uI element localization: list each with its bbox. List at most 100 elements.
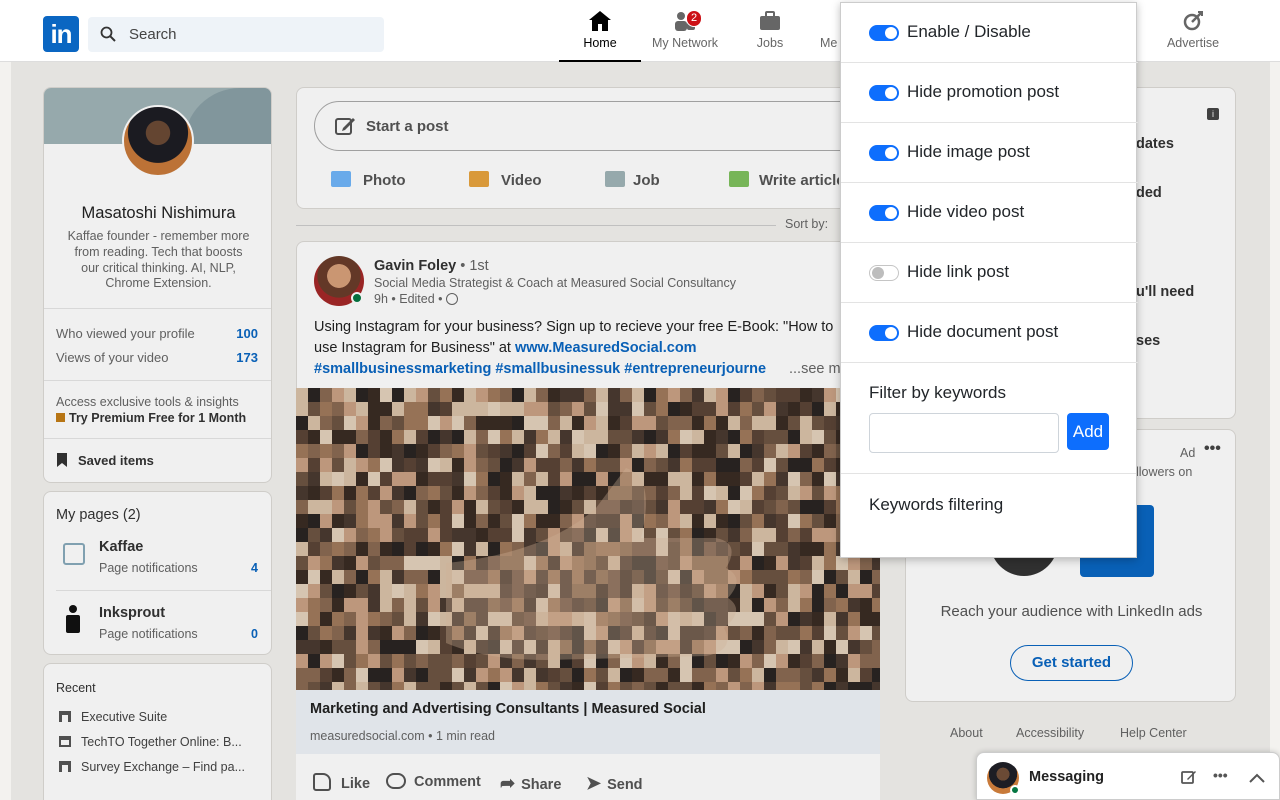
toggle-label: Hide promotion post (907, 82, 1060, 101)
video-icon (469, 171, 489, 187)
recent-item[interactable]: Executive Suite (59, 710, 167, 724)
nav-advertise[interactable]: Advertise (1162, 10, 1224, 50)
toggle-switch[interactable] (869, 205, 899, 221)
toggle-label: Hide image post (907, 142, 1030, 161)
messaging-bar[interactable]: Messaging ••• (976, 752, 1280, 800)
nav-me[interactable]: Me (820, 10, 840, 50)
job-button[interactable]: Job (605, 171, 660, 189)
saved-items[interactable]: Saved items (56, 453, 154, 468)
nav-my-network-label: My Network (652, 36, 718, 50)
toggle-row-promotion[interactable]: Hide promotion post (841, 63, 1138, 123)
write-article-button[interactable]: Write article (729, 171, 839, 189)
briefcase-icon (760, 11, 780, 30)
connection-degree: • 1st (460, 258, 489, 274)
share-button[interactable]: ➦ Share (500, 773, 561, 794)
profile-name[interactable]: Masatoshi Nishimura (44, 204, 271, 223)
nav-jobs[interactable]: Jobs (750, 10, 790, 50)
post-image[interactable] (296, 388, 880, 690)
info-icon[interactable]: i (1207, 108, 1219, 120)
nav-advertise-label: Advertise (1166, 36, 1220, 50)
footer-about[interactable]: About (950, 726, 983, 740)
page-sub-inksprout[interactable]: Page notifications (99, 627, 198, 641)
toggle-switch[interactable] (869, 145, 899, 161)
calendar-icon (59, 736, 71, 747)
online-status-icon (1010, 785, 1020, 795)
sort-by[interactable]: Sort by: (785, 217, 828, 231)
saved-items-label: Saved items (78, 453, 154, 468)
like-button[interactable]: Like (313, 773, 370, 792)
online-status-icon (351, 292, 363, 304)
advertise-icon (1183, 11, 1203, 31)
comment-icon (386, 773, 406, 789)
globe-icon (446, 293, 459, 305)
news-item-partial[interactable]: ded (1136, 185, 1162, 201)
nav-my-network[interactable]: My Network 2 (648, 10, 722, 50)
linkedin-logo[interactable]: in (43, 16, 79, 52)
keyword-input[interactable] (869, 413, 1059, 453)
author-name-text: Gavin Foley (374, 258, 457, 274)
recent-item[interactable]: TechTO Together Online: B... (59, 735, 242, 749)
video-label: Video (501, 172, 542, 189)
toggle-switch[interactable] (869, 25, 899, 41)
toggle-row-image[interactable]: Hide image post (841, 123, 1138, 183)
page-count-kaffae[interactable]: 4 (251, 561, 258, 575)
premium-icon (56, 413, 65, 422)
write-article-label: Write article (759, 172, 839, 189)
toggle-row-video[interactable]: Hide video post (841, 183, 1138, 243)
nav-home[interactable]: Home (559, 10, 641, 62)
get-started-button[interactable]: Get started (1010, 645, 1133, 681)
page-name-kaffae[interactable]: Kaffae (99, 539, 143, 555)
post-hashtags[interactable]: #smallbusinessmarketing #smallbusinessuk… (314, 361, 766, 377)
toggle-label: Hide video post (907, 202, 1025, 221)
profile-avatar[interactable] (122, 105, 194, 177)
comment-button[interactable]: Comment (386, 773, 481, 790)
stat-label-profile-views[interactable]: Who viewed your profile (56, 326, 195, 341)
send-button[interactable]: ➤ Send (586, 773, 643, 794)
recent-item-label: TechTO Together Online: B... (81, 735, 242, 749)
comment-label: Comment (414, 774, 481, 790)
page-name-inksprout[interactable]: Inksprout (99, 605, 165, 621)
news-item-partial[interactable]: ses (1136, 333, 1160, 349)
keywords-filtering-title: Keywords filtering (869, 495, 1004, 514)
photo-button[interactable]: Photo (331, 171, 406, 189)
notification-badge: 2 (686, 10, 702, 27)
footer-help-center[interactable]: Help Center (1120, 726, 1187, 740)
toggle-switch[interactable] (869, 85, 899, 101)
page-count-inksprout[interactable]: 0 (251, 627, 258, 641)
news-item-partial[interactable]: u'll need (1136, 284, 1194, 300)
toggle-switch[interactable] (869, 265, 899, 281)
search-bar[interactable]: Search (88, 17, 384, 52)
video-button[interactable]: Video (469, 171, 542, 189)
search-input[interactable]: Search (129, 26, 177, 43)
premium-text: Access exclusive tools & insights (56, 395, 239, 409)
toggle-row-link[interactable]: Hide link post (841, 243, 1138, 303)
author-name[interactable]: Gavin Foley • 1st (374, 258, 489, 274)
footer-accessibility[interactable]: Accessibility (1016, 726, 1084, 740)
recent-item[interactable]: Survey Exchange – Find pa... (59, 760, 245, 774)
stat-value-profile-views[interactable]: 100 (236, 326, 258, 341)
add-keyword-button[interactable]: Add (1067, 413, 1109, 450)
more-options-icon[interactable]: ••• (1204, 440, 1221, 458)
nav-home-label: Home (583, 36, 617, 50)
share-label: Share (521, 777, 562, 793)
stat-label-video-views[interactable]: Views of your video (56, 350, 169, 365)
toggle-switch[interactable] (869, 325, 899, 341)
link-preview[interactable]: Marketing and Advertising Consultants | … (296, 690, 880, 754)
post-link[interactable]: www.MeasuredSocial.com (515, 340, 697, 356)
premium-cta[interactable]: Try Premium Free for 1 Month (56, 411, 246, 425)
stat-value-video-views[interactable]: 173 (236, 350, 258, 365)
start-post-button[interactable]: Start a post (314, 101, 874, 151)
my-pages-title[interactable]: My pages (2) (56, 507, 141, 523)
messaging-more-icon[interactable]: ••• (1213, 767, 1228, 783)
share-icon: ➦ (500, 773, 516, 793)
kaffae-logo (63, 543, 85, 565)
toggle-label: Enable / Disable (907, 22, 1031, 41)
news-item-partial[interactable]: dates (1136, 136, 1174, 152)
compose-message-icon[interactable] (1181, 769, 1197, 785)
page-sub-kaffae[interactable]: Page notifications (99, 561, 198, 575)
chevron-up-icon[interactable] (1249, 773, 1265, 783)
search-icon (100, 26, 116, 42)
post-meta: 9h • Edited • (374, 292, 459, 306)
toggle-row-document[interactable]: Hide document post (841, 303, 1138, 363)
toggle-row-enable[interactable]: Enable / Disable (841, 3, 1138, 63)
